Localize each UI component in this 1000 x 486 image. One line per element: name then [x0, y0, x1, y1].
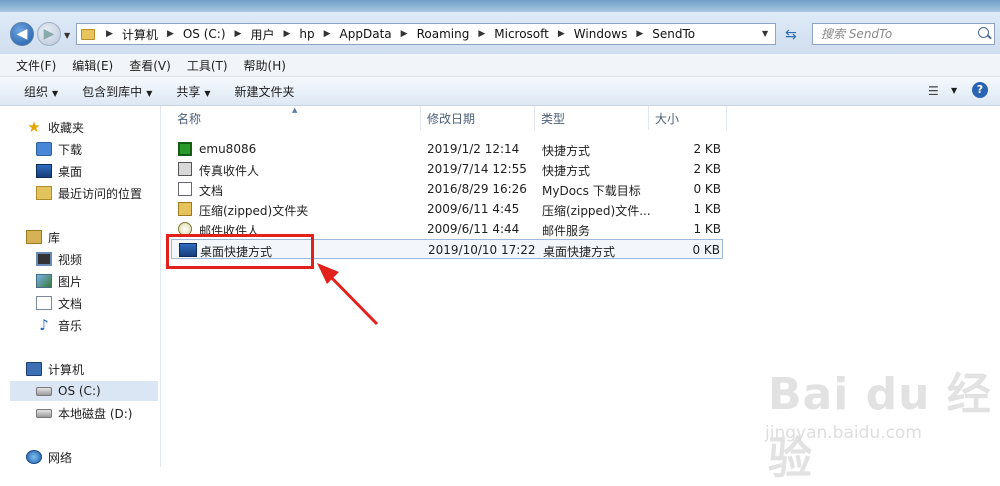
- sidebar-item-music[interactable]: ♪ 音乐: [36, 315, 82, 335]
- chevron-right-icon[interactable]: ▶: [478, 29, 485, 39]
- address-bar[interactable]: ▶ 计算机 ▶ OS (C:) ▶ 用户 ▶ hp ▶ AppData ▶ Ro…: [76, 23, 776, 45]
- menu-view[interactable]: 查看(V): [129, 57, 171, 74]
- breadcrumb-os-c[interactable]: OS (C:): [183, 27, 226, 41]
- chevron-right-icon[interactable]: ▶: [235, 29, 242, 39]
- chevron-down-icon[interactable]: ▼: [951, 86, 957, 95]
- search-icon[interactable]: [978, 27, 989, 38]
- address-bar-area: ◀ ▶ ▼ ▶ 计算机 ▶ OS (C:) ▶ 用户 ▶ hp ▶ AppDat…: [0, 12, 1000, 54]
- chevron-right-icon[interactable]: ▶: [106, 29, 113, 39]
- menu-edit[interactable]: 编辑(E): [72, 57, 113, 74]
- network-icon: [26, 450, 42, 464]
- sidebar-item-favorites[interactable]: ★ 收藏夹: [26, 117, 84, 137]
- chevron-right-icon[interactable]: ▶: [558, 29, 565, 39]
- file-type: MyDocs 下载目标: [542, 184, 641, 198]
- file-type: 快捷方式: [542, 144, 591, 158]
- column-header-size[interactable]: 大小: [649, 106, 727, 130]
- share-button[interactable]: 共享 ▼: [176, 83, 210, 100]
- refresh-icon[interactable]: ⇆: [785, 27, 797, 43]
- file-type: 桌面快捷方式: [543, 245, 616, 259]
- sidebar-item-network[interactable]: 网络: [26, 447, 72, 467]
- breadcrumb-windows[interactable]: Windows: [574, 27, 628, 41]
- breadcrumb-users[interactable]: 用户: [250, 26, 274, 43]
- menu-help[interactable]: 帮助(H): [244, 57, 286, 74]
- file-date: 2009/6/11 4:44: [427, 222, 520, 236]
- folder-icon: [81, 28, 95, 40]
- sidebar-item-library[interactable]: 库: [26, 227, 60, 247]
- download-folder-icon: [36, 142, 52, 156]
- file-size: 2 KB: [693, 142, 721, 156]
- chevron-down-icon: ▼: [204, 88, 211, 98]
- video-icon: [36, 252, 52, 266]
- recent-places-icon: [36, 186, 52, 200]
- computer-icon: [26, 362, 42, 376]
- chevron-down-icon: ▼: [146, 88, 153, 98]
- file-size: 1 KB: [693, 202, 721, 216]
- file-date: 2009/6/11 4:45: [427, 202, 520, 216]
- drive-icon: [36, 386, 52, 396]
- search-input[interactable]: 搜索 SendTo: [812, 23, 995, 45]
- column-header-type[interactable]: 类型: [535, 106, 649, 130]
- sidebar-item-pictures[interactable]: 图片: [36, 271, 82, 291]
- file-size: 1 KB: [693, 222, 721, 236]
- library-icon: [26, 230, 42, 244]
- file-date: 2016/8/29 16:26: [427, 182, 527, 196]
- drive-icon: [36, 408, 52, 418]
- file-date: 2019/10/10 17:22: [428, 243, 536, 257]
- star-icon: ★: [27, 118, 41, 136]
- sidebar-item-downloads[interactable]: 下载: [36, 139, 82, 159]
- breadcrumb-appdata[interactable]: AppData: [340, 27, 392, 41]
- file-type: 快捷方式: [542, 164, 591, 178]
- chevron-right-icon[interactable]: ▶: [324, 29, 331, 39]
- chevron-right-icon[interactable]: ▶: [283, 29, 290, 39]
- file-size: 2 KB: [693, 162, 721, 176]
- title-bar: [0, 0, 1000, 12]
- back-button[interactable]: ◀: [10, 22, 34, 46]
- address-dropdown-icon[interactable]: ▼: [762, 29, 768, 38]
- recent-pages-dropdown-icon[interactable]: ▼: [64, 31, 70, 40]
- sidebar-item-drive-c[interactable]: OS (C:): [10, 381, 158, 401]
- breadcrumb-microsoft[interactable]: Microsoft: [494, 27, 549, 41]
- chevron-down-icon: ▼: [52, 88, 59, 98]
- file-date: 2019/1/2 12:14: [427, 142, 520, 156]
- navigation-pane: ★ 收藏夹 下载 桌面 最近访问的位置 库 视频 图片 文档 ♪ 音乐 计算机 …: [0, 106, 161, 467]
- music-note-icon: ♪: [39, 316, 49, 334]
- column-header-date[interactable]: 修改日期: [421, 106, 535, 130]
- file-size: 0 KB: [693, 182, 721, 196]
- watermark-url: jingyan.baidu.com: [765, 423, 922, 443]
- chevron-right-icon[interactable]: ▶: [636, 29, 643, 39]
- breadcrumb-sendto[interactable]: SendTo: [652, 27, 695, 41]
- chevron-right-icon[interactable]: ▶: [401, 29, 408, 39]
- file-type: 邮件服务: [542, 224, 591, 238]
- sidebar-item-computer[interactable]: 计算机: [26, 359, 84, 379]
- desktop-icon: [36, 164, 52, 178]
- breadcrumb-computer[interactable]: 计算机: [122, 26, 158, 43]
- annotation-arrow-icon: [317, 263, 379, 326]
- file-date: 2019/7/14 12:55: [427, 162, 527, 176]
- view-options-icon[interactable]: ☰: [928, 84, 939, 98]
- sidebar-item-drive-d[interactable]: 本地磁盘 (D:): [36, 403, 132, 423]
- menu-bar: 文件(F) 编辑(E) 查看(V) 工具(T) 帮助(H): [0, 54, 1000, 77]
- help-icon[interactable]: ?: [972, 82, 988, 98]
- file-type: 压缩(zipped)文件...: [542, 204, 651, 218]
- document-icon: [36, 296, 52, 310]
- organize-button[interactable]: 组织 ▼: [24, 83, 58, 100]
- breadcrumb-hp[interactable]: hp: [299, 27, 314, 41]
- sidebar-item-desktop[interactable]: 桌面: [36, 161, 82, 181]
- command-bar: 组织 ▼ 包含到库中 ▼ 共享 ▼ 新建文件夹: [0, 77, 1000, 106]
- breadcrumb-roaming[interactable]: Roaming: [417, 27, 470, 41]
- sidebar-item-documents[interactable]: 文档: [36, 293, 82, 313]
- menu-file[interactable]: 文件(F): [16, 57, 56, 74]
- new-folder-button[interactable]: 新建文件夹: [235, 83, 295, 100]
- sidebar-item-videos[interactable]: 视频: [36, 249, 82, 269]
- file-size: 0 KB: [692, 243, 720, 257]
- include-in-library-button[interactable]: 包含到库中 ▼: [82, 83, 152, 100]
- picture-icon: [36, 274, 52, 288]
- forward-button[interactable]: ▶: [37, 22, 61, 46]
- sidebar-item-recent[interactable]: 最近访问的位置: [36, 183, 142, 203]
- chevron-right-icon[interactable]: ▶: [167, 29, 174, 39]
- menu-tools[interactable]: 工具(T): [187, 57, 228, 74]
